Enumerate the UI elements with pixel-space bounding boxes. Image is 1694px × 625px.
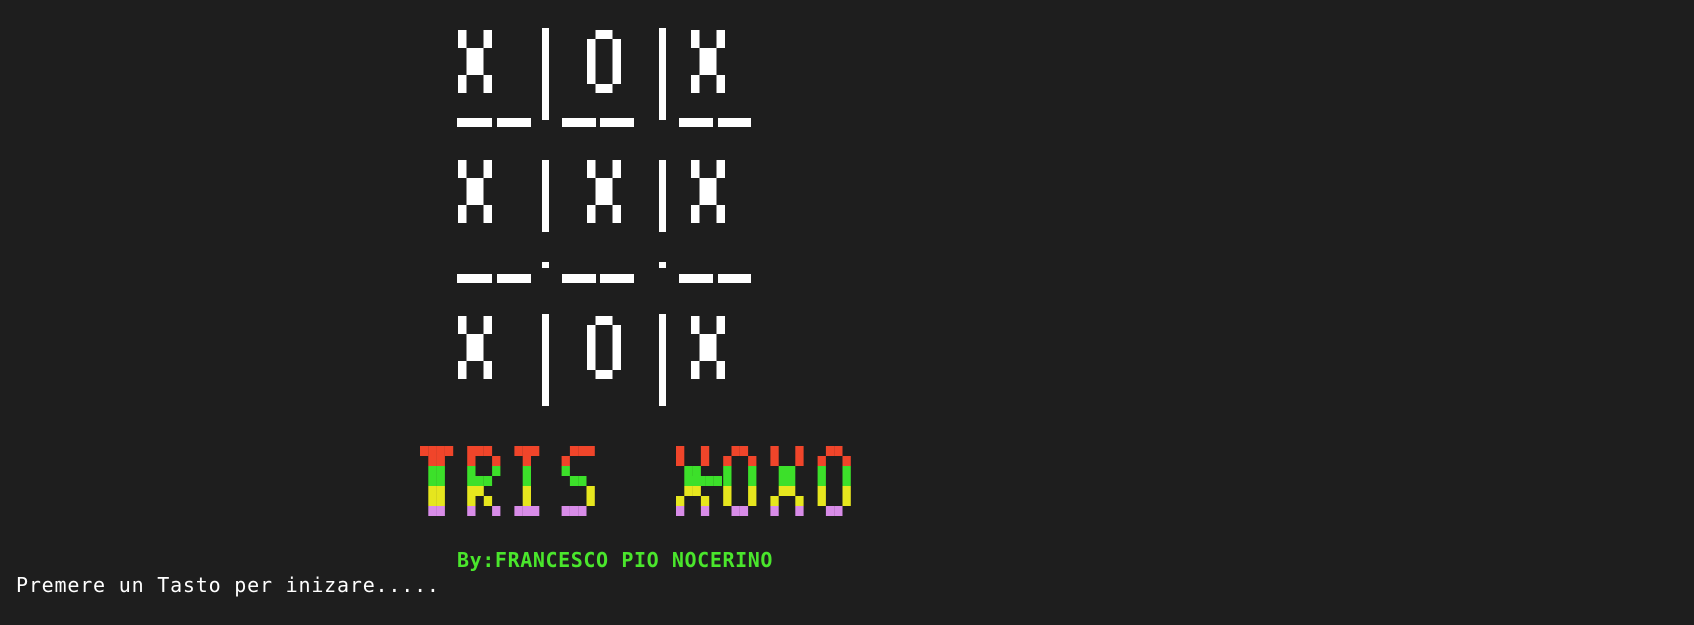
prompt-text: Premere un Tasto per inizare..... [16, 573, 440, 597]
press-key-prompt: Premere un Tasto per inizare..... [16, 572, 440, 598]
terminal-window[interactable]: By:FRANCESCO PIO NOCERINO Premere un Tas… [0, 0, 1694, 625]
author-credit: By:FRANCESCO PIO NOCERINO [457, 548, 774, 572]
title-letter [817, 446, 851, 516]
title-letter [467, 446, 501, 516]
title-letter [420, 446, 454, 516]
title-letter [561, 446, 595, 516]
game-title-banner [420, 446, 851, 516]
title-letter [770, 446, 804, 516]
title-letter [723, 446, 757, 516]
title-letter [514, 446, 540, 516]
